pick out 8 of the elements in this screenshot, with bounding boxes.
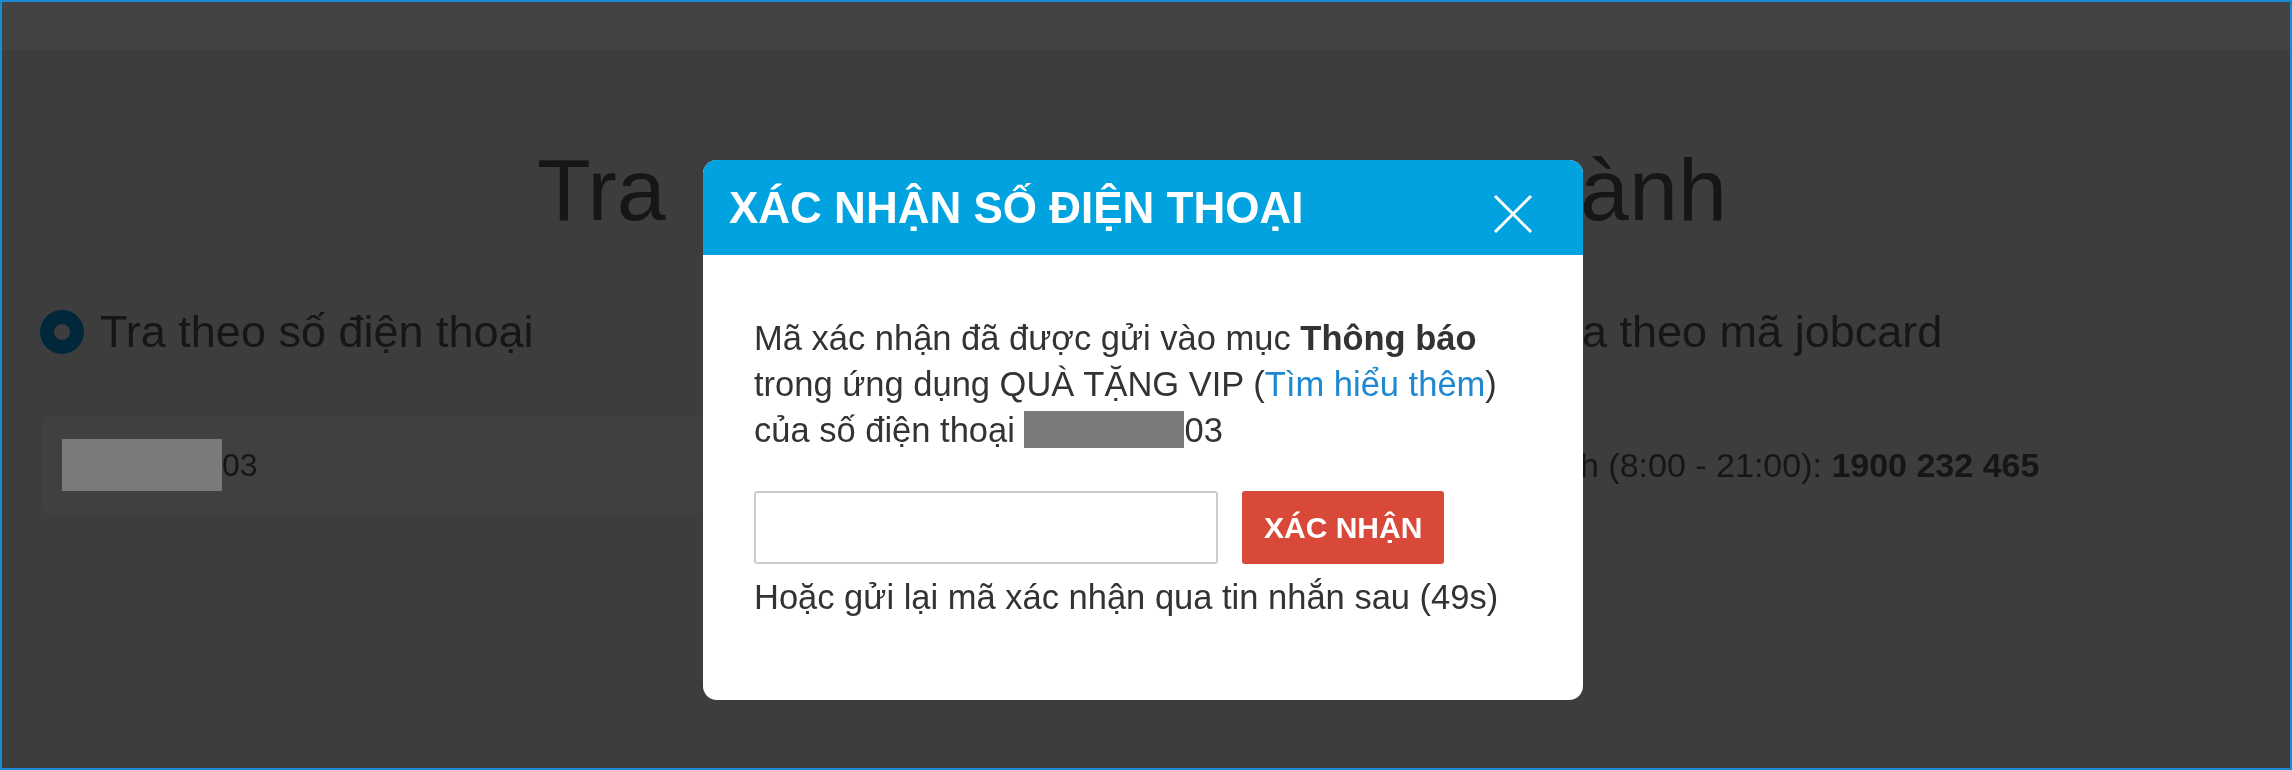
dialog-message: Mã xác nhận đã được gửi vào mục Thông báo trong ứng dụng QUÀ TẶNG VIP (Tìm hiểu thêm) của số điện thoại 03: [754, 318, 1498, 451]
code-input-field[interactable]: [754, 491, 1218, 564]
confirm-button[interactable]: XÁC NHẬN: [1242, 491, 1445, 564]
learn-more-link[interactable]: Tìm hiểu thêm: [1264, 365, 1486, 403]
close-icon[interactable]: [1493, 193, 1533, 234]
dialog-title: XÁC NHẬN SỐ ĐIỆN THOẠI: [729, 182, 1304, 233]
resend-note: Hoặc gửi lại mã xác nhận qua tin nhắn sau (49s): [754, 578, 1500, 617]
radio-button[interactable]: [40, 310, 84, 354]
